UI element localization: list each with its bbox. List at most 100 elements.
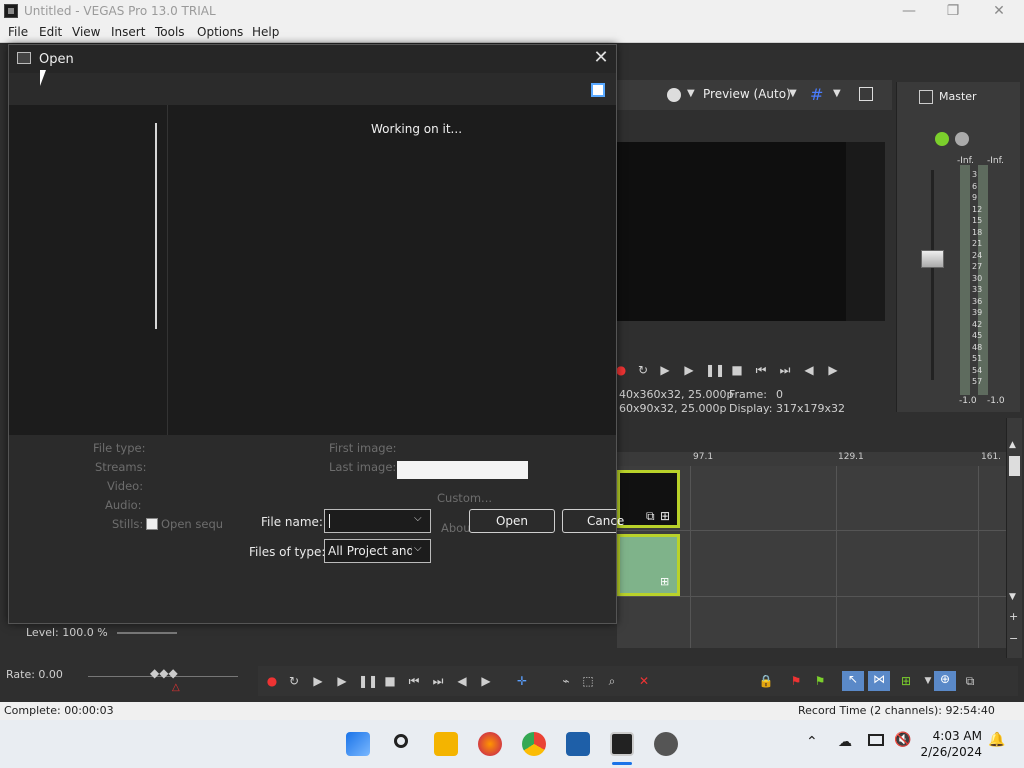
search-icon[interactable] bbox=[394, 734, 408, 748]
photos-icon[interactable] bbox=[566, 732, 590, 756]
region-icon[interactable]: ⚑ bbox=[812, 673, 828, 689]
play-from-start-icon[interactable]: ▶ bbox=[310, 673, 326, 689]
menu-options[interactable]: Options bbox=[197, 25, 243, 39]
minimize-icon[interactable]: — bbox=[886, 0, 932, 23]
menu-insert[interactable]: Insert bbox=[111, 25, 145, 39]
file-name-input[interactable]: ⌵ bbox=[324, 509, 431, 533]
chevron-up-icon[interactable]: ⌃ bbox=[806, 734, 818, 750]
ignore-grouping-icon[interactable]: ⧉ bbox=[962, 673, 978, 689]
timeline-vertical-scrollbar[interactable]: ▲ ▼ + − bbox=[1006, 418, 1022, 658]
firefox-icon[interactable] bbox=[478, 732, 502, 756]
stop-icon[interactable]: ■ bbox=[729, 362, 745, 378]
play-icon[interactable]: ▶ bbox=[334, 673, 350, 689]
loop-icon[interactable]: ↻ bbox=[286, 673, 302, 689]
audio-event[interactable]: ⊞ bbox=[617, 534, 680, 596]
pause-icon[interactable]: ❚❚ bbox=[705, 362, 725, 378]
go-to-start-icon[interactable]: ⏮ bbox=[753, 362, 769, 378]
go-to-end-icon[interactable]: ⏭ bbox=[777, 362, 793, 378]
marker-icon[interactable]: ⚑ bbox=[788, 673, 804, 689]
windows-start-icon[interactable] bbox=[346, 732, 370, 756]
zoom-in-icon[interactable]: + bbox=[1009, 610, 1018, 623]
menu-tools[interactable]: Tools bbox=[155, 25, 185, 39]
stop-icon[interactable]: ■ bbox=[382, 673, 398, 689]
chevron-down-icon[interactable]: ⌵ bbox=[414, 543, 422, 554]
chevron-down-icon[interactable]: ⌵ bbox=[414, 513, 422, 524]
lock-icon[interactable]: 🔒 bbox=[758, 673, 774, 689]
next-frame-icon[interactable]: ▶ bbox=[825, 362, 841, 378]
about-button[interactable]: Abou bbox=[441, 521, 471, 535]
auto-ripple-icon[interactable]: ↖ bbox=[842, 671, 864, 691]
event-pan-crop-icon[interactable]: ⧉ bbox=[646, 509, 655, 524]
chevron-down-icon[interactable]: ▼ bbox=[687, 88, 695, 99]
go-to-end-icon[interactable]: ⏭ bbox=[430, 673, 446, 689]
nav-scrollbar[interactable] bbox=[155, 123, 157, 329]
snap-icon[interactable]: ⋈ bbox=[868, 671, 890, 691]
dialog-title: Open bbox=[39, 52, 74, 67]
menu-view[interactable]: View bbox=[72, 25, 100, 39]
play-icon[interactable]: ▶ bbox=[681, 362, 697, 378]
open-sequence-checkbox[interactable] bbox=[146, 518, 158, 530]
loop-icon[interactable]: ↻ bbox=[635, 362, 651, 378]
cloud-icon[interactable]: ☁ bbox=[838, 734, 852, 750]
dialog-close-button[interactable]: ✕ bbox=[589, 47, 613, 71]
auto-crossfade-icon[interactable]: ⊞ bbox=[898, 673, 914, 689]
zoom-tool-icon[interactable]: ⌕ bbox=[604, 673, 620, 689]
master-fader[interactable] bbox=[921, 250, 944, 268]
custom-button[interactable]: Custom... bbox=[437, 491, 492, 505]
scroll-thumb[interactable] bbox=[1009, 456, 1020, 476]
master-properties-icon[interactable] bbox=[919, 90, 933, 104]
play-from-start-icon[interactable]: ▶ bbox=[657, 362, 673, 378]
level-slider[interactable] bbox=[117, 632, 177, 634]
settings-icon[interactable] bbox=[654, 732, 678, 756]
vegas-taskbar-icon[interactable] bbox=[610, 732, 634, 756]
files-of-type-select[interactable]: All Project and I ⌵ bbox=[324, 539, 431, 563]
file-explorer-icon[interactable] bbox=[434, 732, 458, 756]
volume-muted-icon[interactable]: 🔇 bbox=[894, 732, 911, 748]
grid-icon[interactable]: # bbox=[810, 85, 823, 104]
last-image-input[interactable] bbox=[397, 461, 528, 479]
pause-icon[interactable]: ❚❚ bbox=[358, 673, 378, 689]
level-label: Level: 100.0 % bbox=[26, 626, 108, 639]
display-icon[interactable] bbox=[868, 734, 884, 746]
scroll-down-icon[interactable]: ▼ bbox=[1009, 592, 1020, 602]
clock-date[interactable]: 2/26/2024 bbox=[918, 745, 982, 759]
lock-envelopes-icon[interactable]: ⊕ bbox=[934, 671, 956, 691]
maximize-icon[interactable]: ❐ bbox=[930, 0, 976, 23]
previous-frame-icon[interactable]: ◀ bbox=[454, 673, 470, 689]
event-fx-icon[interactable]: ⊞ bbox=[660, 509, 670, 523]
go-to-start-icon[interactable]: ⏮ bbox=[406, 673, 422, 689]
clock-time[interactable]: 4:03 AM bbox=[926, 729, 982, 743]
cut-icon[interactable]: ✕ bbox=[636, 673, 652, 689]
dialog-title-bar[interactable]: Open ✕ bbox=[9, 45, 616, 73]
video-event[interactable]: ⧉ ⊞ bbox=[617, 470, 680, 528]
open-button[interactable]: Open bbox=[469, 509, 555, 533]
menu-help[interactable]: Help bbox=[252, 25, 279, 39]
normal-edit-tool-icon[interactable]: ✛ bbox=[514, 673, 530, 689]
envelope-tool-icon[interactable]: ⌁ bbox=[558, 673, 574, 689]
preview-mode[interactable]: Preview (Auto) bbox=[703, 87, 791, 101]
preview-record-icon[interactable] bbox=[667, 88, 681, 102]
navigation-pane[interactable] bbox=[9, 105, 167, 435]
zoom-out-icon[interactable]: − bbox=[1009, 632, 1018, 645]
preview-pane-icon[interactable] bbox=[591, 83, 605, 97]
file-list[interactable] bbox=[167, 105, 616, 435]
rate-handle-icon[interactable]: ◆◆◆ bbox=[150, 666, 178, 680]
mute-icon[interactable] bbox=[955, 132, 969, 146]
copy-snapshot-icon[interactable] bbox=[859, 87, 873, 101]
menu-edit[interactable]: Edit bbox=[39, 25, 62, 39]
selection-tool-icon[interactable]: ⬚ bbox=[580, 673, 596, 689]
menu-file[interactable]: File bbox=[8, 25, 28, 39]
notifications-icon[interactable]: 🔔 bbox=[988, 732, 1005, 748]
record-icon[interactable]: ● bbox=[264, 673, 280, 689]
timeline-ruler[interactable]: 97.1 129.1 161. bbox=[617, 452, 1007, 466]
audio-event-fx-icon[interactable]: ⊞ bbox=[660, 575, 669, 588]
scroll-up-icon[interactable]: ▲ bbox=[1009, 440, 1020, 450]
next-frame-icon[interactable]: ▶ bbox=[478, 673, 494, 689]
previous-frame-icon[interactable]: ◀ bbox=[801, 362, 817, 378]
close-icon[interactable]: ✕ bbox=[976, 0, 1022, 23]
chrome-icon[interactable] bbox=[522, 732, 546, 756]
grid-dropdown-icon[interactable]: ▼ bbox=[833, 88, 841, 99]
fx-icon[interactable] bbox=[935, 132, 949, 146]
preview-mode-dropdown-icon[interactable]: ▼ bbox=[789, 88, 797, 99]
cancel-button[interactable]: Cance bbox=[562, 509, 624, 533]
